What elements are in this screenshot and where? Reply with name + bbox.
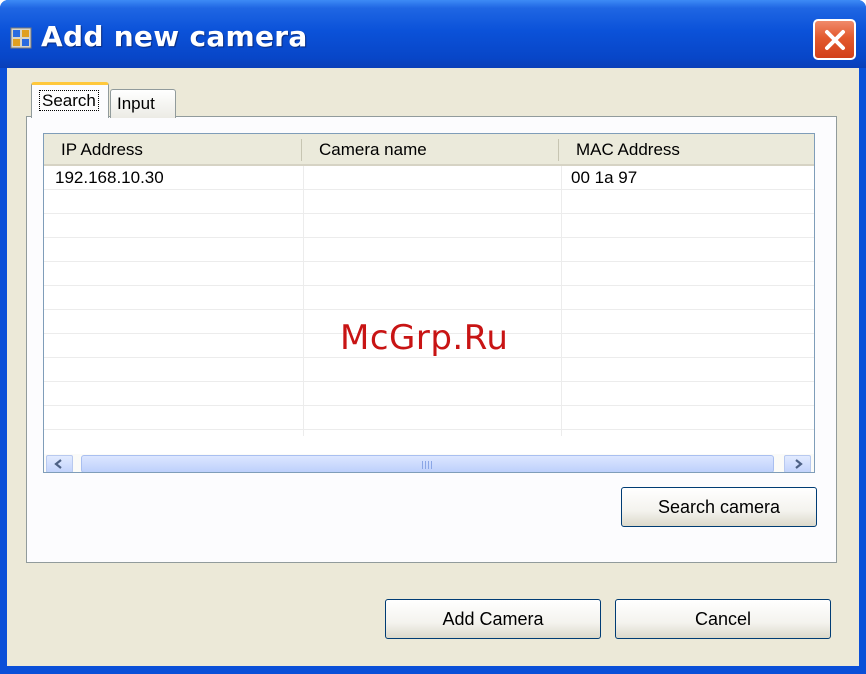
app-icon bbox=[10, 27, 32, 49]
grip-icon bbox=[422, 461, 434, 469]
camera-list[interactable]: IP Address Camera name MAC Address 192.1… bbox=[43, 133, 815, 473]
table-row bbox=[44, 382, 814, 406]
column-gridline bbox=[561, 166, 562, 436]
column-header-mac-address[interactable]: MAC Address bbox=[576, 140, 680, 160]
table-row[interactable]: 192.168.10.30 00 1a 97 bbox=[44, 166, 814, 190]
cancel-button[interactable]: Cancel bbox=[615, 599, 831, 639]
table-row bbox=[44, 286, 814, 310]
scroll-thumb[interactable] bbox=[81, 455, 774, 472]
horizontal-scrollbar[interactable] bbox=[44, 454, 814, 472]
tab-input[interactable]: Input bbox=[110, 89, 176, 118]
watermark-text: McGrp.Ru bbox=[340, 318, 509, 358]
table-row bbox=[44, 262, 814, 286]
cell-ip-address: 192.168.10.30 bbox=[55, 168, 164, 187]
table-row bbox=[44, 238, 814, 262]
table-row bbox=[44, 190, 814, 214]
column-gridline bbox=[303, 166, 304, 436]
chevron-right-icon bbox=[795, 459, 803, 469]
table-row bbox=[44, 358, 814, 382]
column-divider[interactable] bbox=[558, 139, 559, 161]
table-row bbox=[44, 214, 814, 238]
list-header: IP Address Camera name MAC Address bbox=[44, 134, 814, 166]
tab-search-label: Search bbox=[39, 90, 99, 111]
scroll-right-button[interactable] bbox=[784, 455, 811, 472]
cell-mac-address: 00 1a 97 bbox=[571, 168, 659, 187]
tab-input-label: Input bbox=[117, 94, 155, 113]
title-bar[interactable]: Add new camera bbox=[0, 0, 866, 68]
close-icon bbox=[825, 30, 845, 50]
tab-search[interactable]: Search bbox=[31, 82, 109, 118]
column-divider[interactable] bbox=[301, 139, 302, 161]
column-header-camera-name[interactable]: Camera name bbox=[319, 140, 427, 160]
table-row bbox=[44, 406, 814, 430]
close-button[interactable] bbox=[813, 19, 856, 60]
chevron-left-icon bbox=[54, 459, 62, 469]
window-title: Add new camera bbox=[41, 20, 308, 53]
scroll-left-button[interactable] bbox=[46, 455, 73, 472]
column-header-ip-address[interactable]: IP Address bbox=[61, 140, 143, 160]
dialog-body: Search Input IP Address Camera name MAC … bbox=[7, 68, 859, 666]
add-camera-button[interactable]: Add Camera bbox=[385, 599, 601, 639]
search-camera-button[interactable]: Search camera bbox=[621, 487, 817, 527]
